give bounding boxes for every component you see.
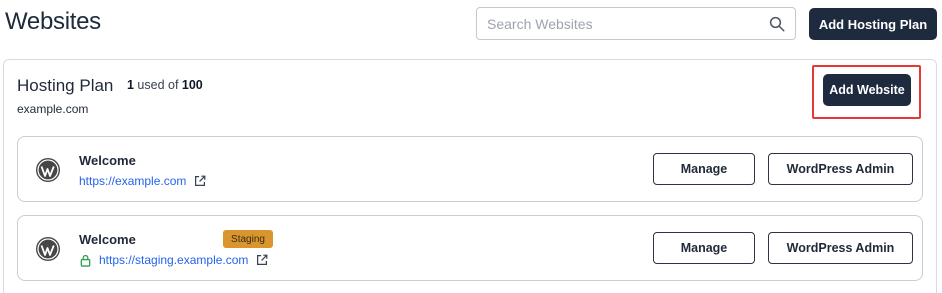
site-row: Welcome Staging https://staging.example.… <box>17 215 923 281</box>
add-website-highlight: Add Website <box>812 65 921 119</box>
site-row: Welcome https://example.com Manage WordP… <box>17 136 923 202</box>
wordpress-icon <box>36 237 60 261</box>
wordpress-admin-button[interactable]: WordPress Admin <box>768 153 913 185</box>
site-link-group: https://example.com <box>79 174 207 188</box>
site-name: Welcome <box>79 153 136 168</box>
page-title: Websites <box>5 8 101 35</box>
add-hosting-plan-button[interactable]: Add Hosting Plan <box>809 8 937 40</box>
add-website-button[interactable]: Add Website <box>823 74 911 106</box>
site-link-group: https://staging.example.com <box>79 253 269 267</box>
plan-used-text: used of <box>133 78 182 92</box>
manage-button[interactable]: Manage <box>653 232 755 264</box>
staging-badge: Staging <box>223 230 273 248</box>
search-input[interactable] <box>477 8 757 39</box>
hosting-plan-card: Hosting Plan 1 used of 100 example.com A… <box>3 59 937 293</box>
plan-total: 100 <box>181 78 203 92</box>
site-name: Welcome <box>79 232 136 247</box>
external-link-icon[interactable] <box>255 253 269 267</box>
wordpress-icon <box>36 158 60 182</box>
search-box[interactable] <box>476 7 796 40</box>
plan-usage: 1 used of 100 <box>127 78 203 92</box>
external-link-icon[interactable] <box>193 174 207 188</box>
search-icon[interactable] <box>768 15 786 33</box>
plan-domain: example.com <box>17 102 89 116</box>
lock-icon <box>80 254 91 267</box>
wordpress-admin-button[interactable]: WordPress Admin <box>768 232 913 264</box>
plan-title: Hosting Plan <box>17 76 114 95</box>
site-url-link[interactable]: https://example.com <box>79 174 186 188</box>
plan-used-count: 1 <box>127 78 134 92</box>
site-url-link[interactable]: https://staging.example.com <box>99 253 248 267</box>
manage-button[interactable]: Manage <box>653 153 755 185</box>
